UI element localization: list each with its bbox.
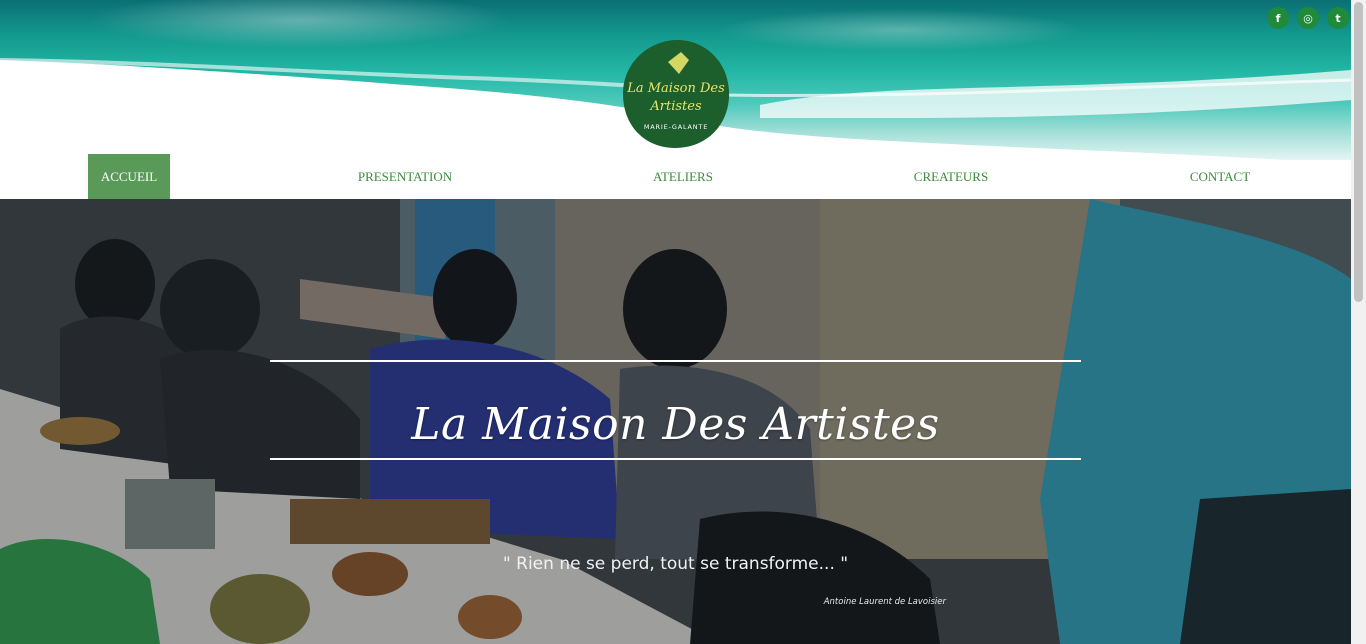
logo-line-2: Artistes — [649, 99, 702, 114]
twitter-icon[interactable]: t — [1327, 7, 1349, 29]
nav-item-createurs[interactable]: CREATEURS — [900, 154, 1002, 199]
site-header: f ◎ t La Maison Des Artistes MARIE-GALAN… — [0, 0, 1351, 199]
hero-section: La Maison Des Artistes " Rien ne se perd… — [0, 199, 1351, 644]
hero-quote: " Rien ne se perd, tout se transforme...… — [502, 554, 849, 574]
facebook-icon[interactable]: f — [1267, 7, 1289, 29]
scrollbar-thumb[interactable] — [1354, 2, 1363, 302]
instagram-icon[interactable]: ◎ — [1297, 7, 1319, 29]
social-links: f ◎ t — [1267, 7, 1349, 29]
page-scrollbar[interactable] — [1351, 0, 1366, 644]
title-rule-bottom — [270, 458, 1081, 460]
nav-item-accueil[interactable]: ACCUEIL — [88, 154, 170, 199]
nav-item-presentation[interactable]: PRESENTATION — [340, 154, 470, 199]
nav-item-contact[interactable]: CONTACT — [1170, 154, 1270, 199]
nav-item-ateliers[interactable]: ATELIERS — [632, 154, 734, 199]
logo-line-1: La Maison Des — [626, 81, 725, 96]
title-rule-top — [270, 360, 1081, 362]
quote-author: Antoine Laurent de Lavoisier — [823, 597, 946, 607]
site-logo[interactable]: La Maison Des Artistes MARIE-GALANTE — [621, 38, 731, 150]
page: f ◎ t La Maison Des Artistes MARIE-GALAN… — [0, 0, 1366, 644]
main-nav: ACCUEIL PRESENTATION ATELIERS CREATEURS … — [0, 154, 1351, 199]
logo-location: MARIE-GALANTE — [644, 123, 708, 131]
hero-title: La Maison Des Artistes — [411, 399, 940, 450]
